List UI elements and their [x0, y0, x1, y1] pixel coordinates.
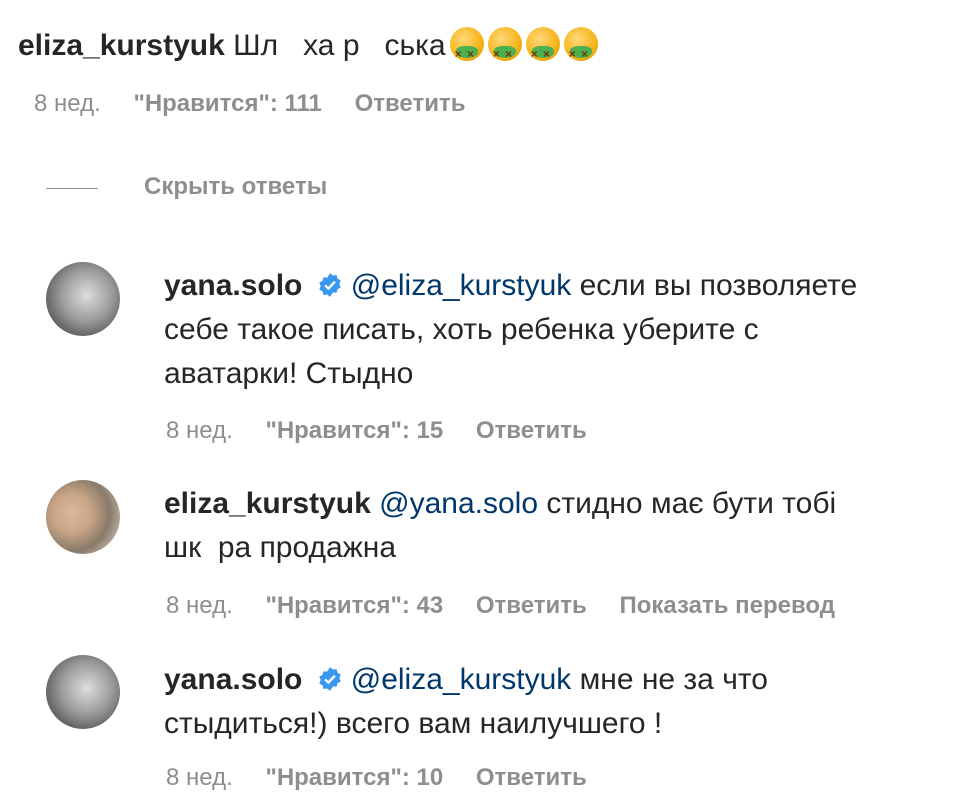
comment-text: себе такое писать, хоть ребенка уберите …	[164, 313, 759, 346]
nauseated-face-icon	[449, 27, 484, 76]
avatar[interactable]	[46, 480, 120, 554]
mention-link[interactable]: @yana.solo	[379, 487, 538, 520]
reply-button[interactable]: Ответить	[476, 764, 587, 791]
comment-likes[interactable]: "Нравится": 43	[265, 592, 443, 619]
hide-replies-button[interactable]: Скрыть ответы	[144, 173, 327, 201]
reply-button[interactable]: Ответить	[355, 90, 466, 117]
verified-badge-icon	[319, 667, 341, 691]
reply-button[interactable]: Ответить	[476, 417, 587, 444]
top-comment: eliza_kurstyuk Шл ха р ська	[18, 24, 598, 76]
avatar[interactable]	[46, 262, 120, 336]
comment-time: 8 нед.	[34, 90, 101, 117]
nauseated-face-icon	[525, 27, 560, 76]
comment-likes[interactable]: "Нравится": 10	[265, 764, 443, 791]
comment-text: аватарки! Стыдно	[164, 357, 414, 390]
mention-link[interactable]: @eliza_kurstyuk	[351, 269, 572, 302]
comment-text: стидно має бути тобі	[546, 487, 837, 520]
comment-text: Шл ха р ська	[233, 29, 446, 62]
comment-text: мне не за что	[579, 663, 768, 696]
reply-comment: yana.solo @eliza_kurstyuk если вы позвол…	[164, 264, 944, 396]
comment-time: 8 нед.	[166, 764, 233, 791]
avatar[interactable]	[46, 655, 120, 729]
comment-text: стыдиться!) всего вам наилучшего !	[164, 707, 663, 740]
reply-meta: 8 нед. "Нравится": 43 Ответить Показать …	[166, 592, 861, 620]
comment-username[interactable]: eliza_kurstyuk	[164, 487, 371, 520]
nauseated-face-icon	[487, 27, 522, 76]
comment-text: если вы позволяете	[579, 269, 858, 302]
comment-likes[interactable]: "Нравится": 15	[265, 417, 443, 444]
mention-link[interactable]: @eliza_kurstyuk	[351, 663, 572, 696]
replies-divider	[46, 188, 98, 189]
comment-time: 8 нед.	[166, 592, 233, 619]
reply-meta: 8 нед. "Нравится": 15 Ответить	[166, 417, 613, 445]
reply-comment: yana.solo @eliza_kurstyuk мне не за что …	[164, 658, 944, 746]
comment-username[interactable]: yana.solo	[164, 269, 302, 302]
comment-time: 8 нед.	[166, 417, 233, 444]
top-comment-meta: 8 нед. "Нравится": 111 Ответить	[34, 90, 491, 118]
comment-username[interactable]: eliza_kurstyuk	[18, 29, 225, 62]
comment-likes[interactable]: "Нравится": 111	[133, 90, 321, 117]
comment-username[interactable]: yana.solo	[164, 663, 302, 696]
reply-comment: eliza_kurstyuk @yana.solo стидно має бут…	[164, 482, 944, 570]
nauseated-face-icon	[563, 27, 598, 76]
show-translation-button[interactable]: Показать перевод	[619, 592, 835, 619]
reply-meta: 8 нед. "Нравится": 10 Ответить	[166, 764, 613, 792]
reply-button[interactable]: Ответить	[476, 592, 587, 619]
verified-badge-icon	[319, 273, 341, 297]
comment-text: шк ра продажна	[164, 531, 397, 564]
